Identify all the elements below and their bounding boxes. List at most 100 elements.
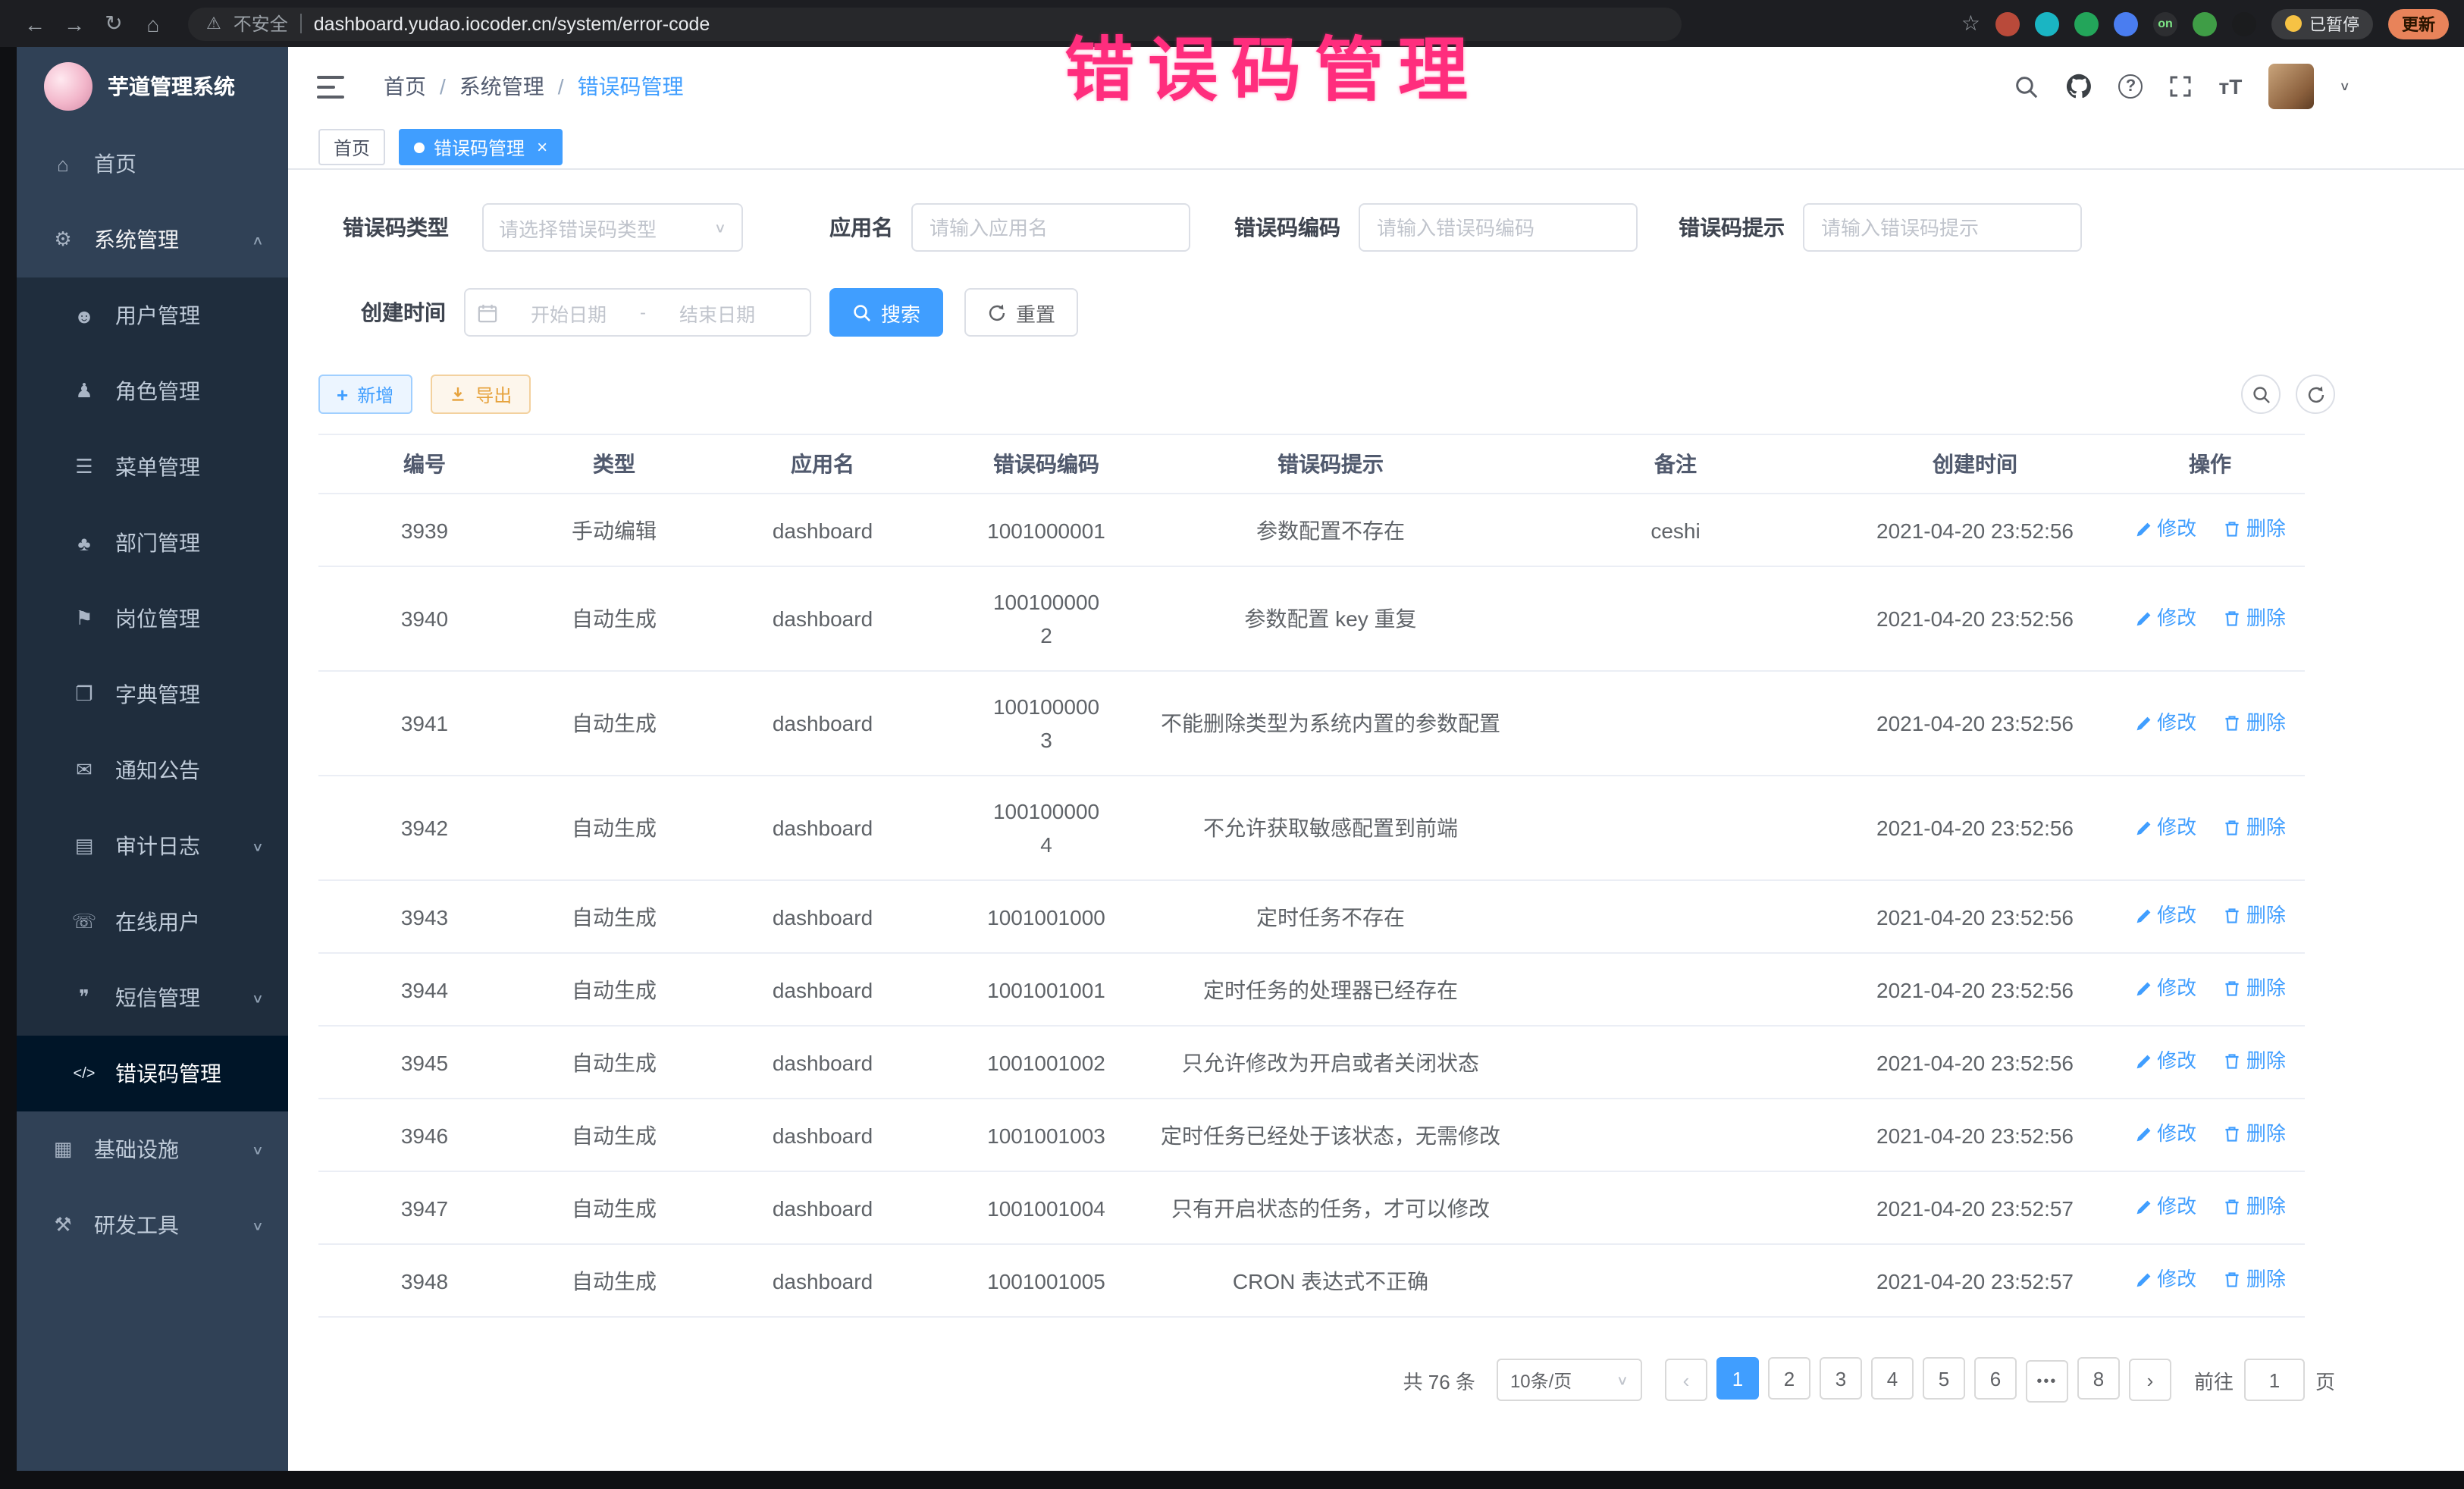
- edit-link[interactable]: 修改: [2134, 1190, 2196, 1224]
- sidebar-item-home[interactable]: ⌂首页: [17, 126, 288, 202]
- sidebar-item-menus[interactable]: ☰菜单管理: [17, 429, 288, 505]
- page-button-8[interactable]: 8: [2077, 1357, 2120, 1400]
- reload-icon[interactable]: ↻: [94, 11, 133, 36]
- fullscreen-icon[interactable]: [2169, 74, 2193, 99]
- goto-label: 前往: [2194, 1365, 2234, 1394]
- breadcrumb-item[interactable]: 系统管理: [459, 71, 544, 102]
- refresh-table-button[interactable]: [2296, 375, 2335, 414]
- error-msg-input[interactable]: [1803, 203, 2082, 252]
- sidebar-item-roles[interactable]: ♟角色管理: [17, 353, 288, 429]
- sidebar-item-audit-logs[interactable]: ▤审计日志∨: [17, 808, 288, 884]
- cell-time: 2021-04-20 23:52:56: [1835, 1099, 2115, 1171]
- edit-pencil-icon: [2134, 907, 2152, 925]
- bookmark-star-icon[interactable]: ☆: [1961, 11, 1980, 36]
- plus-icon: +: [337, 383, 348, 406]
- extension-leaf-icon[interactable]: [2193, 11, 2217, 36]
- extension-pin-icon[interactable]: [2232, 11, 2256, 36]
- delete-link[interactable]: 删除: [2224, 899, 2286, 933]
- sidebar-item-depts[interactable]: ♣部门管理: [17, 505, 288, 581]
- extension-on-badge-icon[interactable]: on: [2153, 11, 2177, 36]
- notice-icon: ✉: [71, 758, 97, 782]
- delete-link[interactable]: 删除: [2224, 1190, 2286, 1224]
- tab-error-code[interactable]: 错误码管理×: [399, 129, 563, 165]
- sidebar-item-dicts[interactable]: ❐字典管理: [17, 657, 288, 732]
- sidebar-toggle-button[interactable]: [311, 69, 350, 104]
- search-icon[interactable]: [2014, 74, 2040, 99]
- edit-link[interactable]: 修改: [2134, 1118, 2196, 1151]
- edit-link[interactable]: 修改: [2134, 899, 2196, 933]
- add-button[interactable]: + 新增: [318, 375, 412, 414]
- sidebar-item-sms[interactable]: ❞短信管理∨: [17, 960, 288, 1036]
- security-label: 不安全: [234, 11, 288, 36]
- app-title: 芋道管理系统: [108, 71, 235, 102]
- extension-red-icon[interactable]: [1995, 11, 2020, 36]
- cell-actions: 修改 删除: [2115, 671, 2305, 776]
- cell-app: dashboard: [698, 566, 948, 671]
- cell-msg: 定时任务的处理器已经存在: [1145, 953, 1516, 1026]
- chevron-down-icon[interactable]: ∨: [2339, 80, 2350, 93]
- update-button[interactable]: 更新: [2388, 8, 2449, 39]
- cell-msg: 只允许修改为开启或者关闭状态: [1145, 1026, 1516, 1099]
- breadcrumb-item[interactable]: 首页: [384, 71, 426, 102]
- page-button-5[interactable]: 5: [1923, 1357, 1965, 1400]
- sidebar-item-users[interactable]: ☻用户管理: [17, 277, 288, 353]
- search-button[interactable]: 搜索: [829, 288, 943, 337]
- delete-link[interactable]: 删除: [2224, 810, 2286, 844]
- user-avatar[interactable]: [2268, 64, 2313, 109]
- goto-page-input[interactable]: [2244, 1359, 2305, 1401]
- page-button-6[interactable]: 6: [1974, 1357, 2017, 1400]
- delete-link[interactable]: 删除: [2224, 601, 2286, 635]
- forward-icon[interactable]: →: [55, 11, 94, 36]
- address-bar[interactable]: ⚠ 不安全 dashboard.yudao.iocoder.cn/system/…: [188, 7, 1682, 40]
- export-button[interactable]: 导出: [430, 375, 530, 414]
- extension-blue-grid-icon[interactable]: [2114, 11, 2138, 36]
- app-name-input[interactable]: [911, 203, 1190, 252]
- sidebar-item-system[interactable]: ⚙系统管理∧: [17, 202, 288, 277]
- delete-link[interactable]: 删除: [2224, 972, 2286, 1005]
- page-button-3[interactable]: 3: [1820, 1357, 1862, 1400]
- page-button-4[interactable]: 4: [1871, 1357, 1914, 1400]
- app-name-label: 应用名: [829, 212, 893, 243]
- prev-page-button[interactable]: ‹: [1665, 1359, 1707, 1401]
- page-size-select[interactable]: 10条/页 ∨: [1497, 1359, 1642, 1401]
- sidebar-item-infra[interactable]: ▦基础设施∨: [17, 1111, 288, 1187]
- edit-link[interactable]: 修改: [2134, 706, 2196, 739]
- tab-home[interactable]: 首页: [318, 129, 385, 165]
- back-icon[interactable]: ←: [15, 11, 55, 36]
- page-button-2[interactable]: 2: [1768, 1357, 1810, 1400]
- extension-teal-icon[interactable]: [2035, 11, 2059, 36]
- browser-home-icon[interactable]: ⌂: [133, 11, 173, 36]
- edit-link[interactable]: 修改: [2134, 972, 2196, 1005]
- edit-link[interactable]: 修改: [2134, 601, 2196, 635]
- delete-link[interactable]: 删除: [2224, 513, 2286, 546]
- more-pages-button[interactable]: •••: [2026, 1360, 2068, 1403]
- next-page-button[interactable]: ›: [2129, 1359, 2171, 1401]
- delete-link[interactable]: 删除: [2224, 706, 2286, 739]
- sidebar-item-dev-tools[interactable]: ⚒研发工具∨: [17, 1187, 288, 1263]
- sidebar-item-error-codes[interactable]: </>错误码管理: [17, 1036, 288, 1111]
- github-icon[interactable]: [2066, 73, 2093, 100]
- paused-badge[interactable]: 已暂停: [2271, 8, 2373, 39]
- error-code-input[interactable]: [1359, 203, 1638, 252]
- sidebar-item-notices[interactable]: ✉通知公告: [17, 732, 288, 808]
- font-size-icon[interactable]: тT: [2219, 74, 2243, 99]
- table-header-row: 编号类型应用名错误码编码错误码提示备注创建时间操作: [318, 434, 2305, 494]
- delete-link[interactable]: 删除: [2224, 1263, 2286, 1296]
- help-icon[interactable]: ?: [2119, 74, 2143, 99]
- edit-link[interactable]: 修改: [2134, 810, 2196, 844]
- extension-green-check-icon[interactable]: [2074, 11, 2099, 36]
- sidebar-item-online-users[interactable]: ☏在线用户: [17, 884, 288, 960]
- close-icon[interactable]: ×: [537, 136, 547, 158]
- error-type-select[interactable]: 请选择错误码类型 ∨: [482, 203, 743, 252]
- create-time-range-picker[interactable]: 开始日期 - 结束日期: [464, 288, 811, 337]
- reset-button[interactable]: 重置: [964, 288, 1078, 337]
- delete-link[interactable]: 删除: [2224, 1118, 2286, 1151]
- edit-link[interactable]: 修改: [2134, 513, 2196, 546]
- sidebar-item-posts[interactable]: ⚑岗位管理: [17, 581, 288, 657]
- edit-link[interactable]: 修改: [2134, 1045, 2196, 1078]
- toggle-search-button[interactable]: [2241, 375, 2281, 414]
- page-button-1[interactable]: 1: [1716, 1357, 1759, 1400]
- delete-link[interactable]: 删除: [2224, 1045, 2286, 1078]
- sidebar-item-label: 错误码管理: [115, 1058, 221, 1089]
- edit-link[interactable]: 修改: [2134, 1263, 2196, 1296]
